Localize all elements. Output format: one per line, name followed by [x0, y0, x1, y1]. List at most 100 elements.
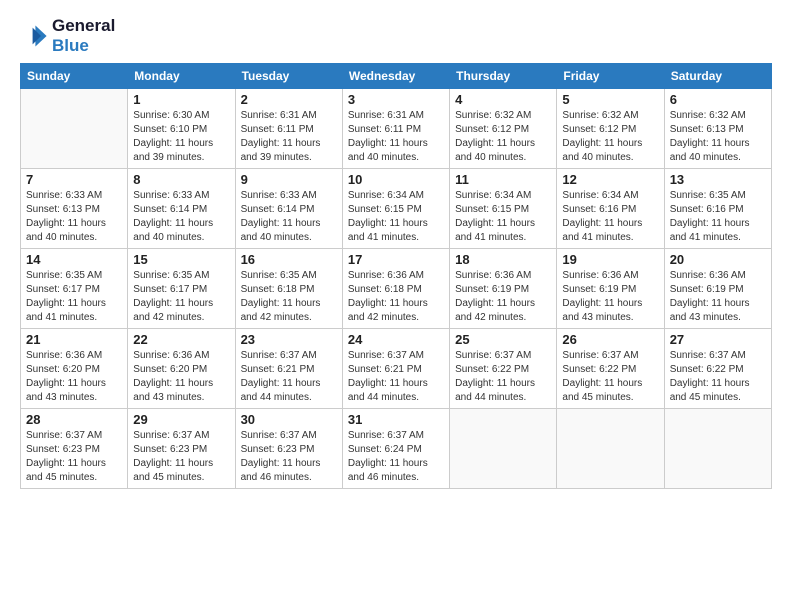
weekday-header-row: SundayMondayTuesdayWednesdayThursdayFrid…	[21, 63, 772, 88]
calendar-day-cell: 20 Sunrise: 6:36 AM Sunset: 6:19 PM Dayli…	[664, 248, 771, 328]
day-detail: Sunrise: 6:36 AM Sunset: 6:19 PM Dayligh…	[562, 269, 658, 325]
day-detail: Sunrise: 6:37 AM Sunset: 6:23 PM Dayligh…	[133, 429, 229, 485]
calendar-day-cell: 21 Sunrise: 6:36 AM Sunset: 6:20 PM Dayli…	[21, 328, 128, 408]
calendar-day-cell: 17 Sunrise: 6:36 AM Sunset: 6:18 PM Dayli…	[342, 248, 449, 328]
day-detail: Sunrise: 6:37 AM Sunset: 6:23 PM Dayligh…	[26, 429, 122, 485]
day-number: 19	[562, 252, 658, 267]
day-detail: Sunrise: 6:32 AM Sunset: 6:13 PM Dayligh…	[670, 109, 766, 165]
calendar-day-cell	[664, 408, 771, 488]
calendar-day-cell: 2Sunrise: 6:31 AM Sunset: 6:11 PM Daylig…	[235, 88, 342, 168]
day-number: 7	[26, 172, 122, 187]
day-number: 22	[133, 332, 229, 347]
calendar-day-cell: 11 Sunrise: 6:34 AM Sunset: 6:15 PM Dayli…	[450, 168, 557, 248]
day-number: 5	[562, 92, 658, 107]
day-number: 10	[348, 172, 444, 187]
day-detail: Sunrise: 6:36 AM Sunset: 6:19 PM Dayligh…	[455, 269, 551, 325]
day-number: 29	[133, 412, 229, 427]
day-detail: Sunrise: 6:35 AM Sunset: 6:17 PM Dayligh…	[133, 269, 229, 325]
page-container: General Blue SundayMondayTuesdayWednesda…	[0, 0, 792, 499]
day-number: 27	[670, 332, 766, 347]
day-number: 8	[133, 172, 229, 187]
day-number: 24	[348, 332, 444, 347]
day-number: 11	[455, 172, 551, 187]
day-number: 23	[241, 332, 337, 347]
day-number: 16	[241, 252, 337, 267]
calendar-day-cell: 18Sunrise: 6:36 AM Sunset: 6:19 PM Dayli…	[450, 248, 557, 328]
day-number: 30	[241, 412, 337, 427]
calendar-day-cell: 6 Sunrise: 6:32 AM Sunset: 6:13 PM Daylig…	[664, 88, 771, 168]
calendar-day-cell: 5 Sunrise: 6:32 AM Sunset: 6:12 PM Daylig…	[557, 88, 664, 168]
logo: General Blue	[20, 16, 115, 57]
day-detail: Sunrise: 6:34 AM Sunset: 6:15 PM Dayligh…	[455, 189, 551, 245]
day-detail: Sunrise: 6:37 AM Sunset: 6:22 PM Dayligh…	[455, 349, 551, 405]
calendar-day-cell: 23 Sunrise: 6:37 AM Sunset: 6:21 PM Dayli…	[235, 328, 342, 408]
day-detail: Sunrise: 6:31 AM Sunset: 6:11 PM Dayligh…	[241, 109, 337, 165]
day-detail: Sunrise: 6:31 AM Sunset: 6:11 PM Dayligh…	[348, 109, 444, 165]
calendar-week-row: 14Sunrise: 6:35 AM Sunset: 6:17 PM Dayli…	[21, 248, 772, 328]
day-number: 26	[562, 332, 658, 347]
calendar-day-cell	[557, 408, 664, 488]
calendar-day-cell: 3 Sunrise: 6:31 AM Sunset: 6:11 PM Daylig…	[342, 88, 449, 168]
calendar-day-cell: 4 Sunrise: 6:32 AM Sunset: 6:12 PM Daylig…	[450, 88, 557, 168]
day-number: 9	[241, 172, 337, 187]
day-number: 1	[133, 92, 229, 107]
day-number: 28	[26, 412, 122, 427]
calendar-day-cell: 13 Sunrise: 6:35 AM Sunset: 6:16 PM Dayli…	[664, 168, 771, 248]
weekday-header: Wednesday	[342, 63, 449, 88]
day-number: 12	[562, 172, 658, 187]
calendar-day-cell: 30 Sunrise: 6:37 AM Sunset: 6:23 PM Dayli…	[235, 408, 342, 488]
logo-icon	[20, 22, 48, 50]
day-detail: Sunrise: 6:35 AM Sunset: 6:18 PM Dayligh…	[241, 269, 337, 325]
day-number: 13	[670, 172, 766, 187]
calendar-day-cell: 19 Sunrise: 6:36 AM Sunset: 6:19 PM Dayli…	[557, 248, 664, 328]
day-detail: Sunrise: 6:33 AM Sunset: 6:13 PM Dayligh…	[26, 189, 122, 245]
day-number: 4	[455, 92, 551, 107]
calendar-day-cell: 22 Sunrise: 6:36 AM Sunset: 6:20 PM Dayli…	[128, 328, 235, 408]
day-detail: Sunrise: 6:35 AM Sunset: 6:16 PM Dayligh…	[670, 189, 766, 245]
day-number: 17	[348, 252, 444, 267]
day-number: 25	[455, 332, 551, 347]
day-detail: Sunrise: 6:33 AM Sunset: 6:14 PM Dayligh…	[133, 189, 229, 245]
calendar-day-cell: 16 Sunrise: 6:35 AM Sunset: 6:18 PM Dayli…	[235, 248, 342, 328]
calendar-day-cell: 27 Sunrise: 6:37 AM Sunset: 6:22 PM Dayli…	[664, 328, 771, 408]
calendar-week-row: 1 Sunrise: 6:30 AM Sunset: 6:10 PM Daylig…	[21, 88, 772, 168]
weekday-header: Friday	[557, 63, 664, 88]
calendar-day-cell: 12 Sunrise: 6:34 AM Sunset: 6:16 PM Dayli…	[557, 168, 664, 248]
day-detail: Sunrise: 6:37 AM Sunset: 6:21 PM Dayligh…	[241, 349, 337, 405]
day-detail: Sunrise: 6:36 AM Sunset: 6:18 PM Dayligh…	[348, 269, 444, 325]
day-detail: Sunrise: 6:36 AM Sunset: 6:19 PM Dayligh…	[670, 269, 766, 325]
weekday-header: Saturday	[664, 63, 771, 88]
calendar-day-cell: 1 Sunrise: 6:30 AM Sunset: 6:10 PM Daylig…	[128, 88, 235, 168]
calendar-table: SundayMondayTuesdayWednesdayThursdayFrid…	[20, 63, 772, 489]
day-detail: Sunrise: 6:32 AM Sunset: 6:12 PM Dayligh…	[455, 109, 551, 165]
day-detail: Sunrise: 6:36 AM Sunset: 6:20 PM Dayligh…	[26, 349, 122, 405]
day-number: 20	[670, 252, 766, 267]
logo-text: General Blue	[52, 16, 115, 57]
calendar-day-cell	[450, 408, 557, 488]
day-detail: Sunrise: 6:32 AM Sunset: 6:12 PM Dayligh…	[562, 109, 658, 165]
day-detail: Sunrise: 6:37 AM Sunset: 6:22 PM Dayligh…	[562, 349, 658, 405]
weekday-header: Monday	[128, 63, 235, 88]
calendar-day-cell: 29 Sunrise: 6:37 AM Sunset: 6:23 PM Dayli…	[128, 408, 235, 488]
day-number: 3	[348, 92, 444, 107]
calendar-week-row: 21 Sunrise: 6:36 AM Sunset: 6:20 PM Dayli…	[21, 328, 772, 408]
day-number: 21	[26, 332, 122, 347]
calendar-day-cell	[21, 88, 128, 168]
calendar-day-cell: 8 Sunrise: 6:33 AM Sunset: 6:14 PM Daylig…	[128, 168, 235, 248]
calendar-day-cell: 7 Sunrise: 6:33 AM Sunset: 6:13 PM Daylig…	[21, 168, 128, 248]
calendar-week-row: 7 Sunrise: 6:33 AM Sunset: 6:13 PM Daylig…	[21, 168, 772, 248]
weekday-header: Sunday	[21, 63, 128, 88]
calendar-day-cell: 14Sunrise: 6:35 AM Sunset: 6:17 PM Dayli…	[21, 248, 128, 328]
calendar-day-cell: 31Sunrise: 6:37 AM Sunset: 6:24 PM Dayli…	[342, 408, 449, 488]
day-detail: Sunrise: 6:34 AM Sunset: 6:15 PM Dayligh…	[348, 189, 444, 245]
day-detail: Sunrise: 6:36 AM Sunset: 6:20 PM Dayligh…	[133, 349, 229, 405]
calendar-day-cell: 10 Sunrise: 6:34 AM Sunset: 6:15 PM Dayli…	[342, 168, 449, 248]
day-detail: Sunrise: 6:30 AM Sunset: 6:10 PM Dayligh…	[133, 109, 229, 165]
day-detail: Sunrise: 6:37 AM Sunset: 6:22 PM Dayligh…	[670, 349, 766, 405]
header: General Blue	[20, 16, 772, 57]
day-detail: Sunrise: 6:37 AM Sunset: 6:21 PM Dayligh…	[348, 349, 444, 405]
day-detail: Sunrise: 6:37 AM Sunset: 6:23 PM Dayligh…	[241, 429, 337, 485]
day-detail: Sunrise: 6:33 AM Sunset: 6:14 PM Dayligh…	[241, 189, 337, 245]
day-detail: Sunrise: 6:34 AM Sunset: 6:16 PM Dayligh…	[562, 189, 658, 245]
day-number: 6	[670, 92, 766, 107]
